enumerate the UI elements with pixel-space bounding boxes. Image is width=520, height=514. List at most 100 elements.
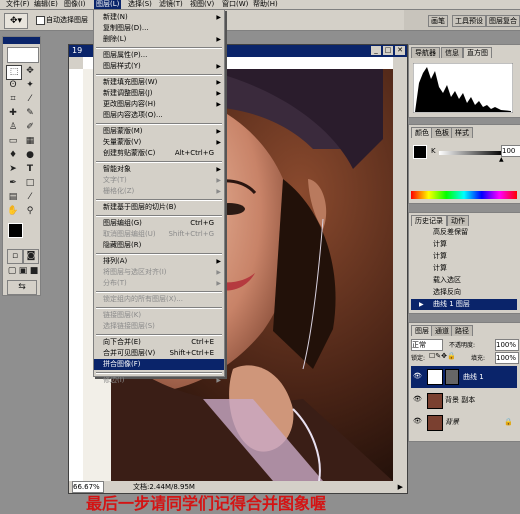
magic-wand-tool-icon[interactable]: ✦ [23,79,37,92]
color-ramp[interactable] [411,191,517,199]
menu-select[interactable]: 选择(S) [126,0,154,9]
zoom-tool-icon[interactable]: ⚲ [23,205,37,218]
palette-tab-tool-presets[interactable]: 工具预设 [452,15,486,27]
history-brush-tool-icon[interactable]: ✐ [23,121,37,134]
layer-menu-item[interactable]: 智能对象 ▶ [94,164,224,175]
history-item[interactable]: 计算 [411,263,517,274]
auto-select-checkbox[interactable] [36,16,45,25]
blur-tool-icon[interactable]: ♦ [6,149,20,162]
layer-menu-item[interactable]: 合并可见图层(V) Shift+Ctrl+E [94,348,224,359]
k-value-input[interactable]: 100 [501,145,520,157]
layer-menu-item[interactable]: 矢量蒙版(V) ▶ [94,137,224,148]
layer-menu-item[interactable]: 拼合图像(F) [94,359,224,370]
layer-menu-item[interactable]: 创建剪贴蒙版(C) Alt+Ctrl+G [94,148,224,159]
tab-paths[interactable]: 路径 [451,325,473,336]
history-item[interactable]: 载入选区 [411,275,517,286]
layer-menu-item[interactable]: 隐藏图层(R) [94,240,224,251]
visibility-eye-icon[interactable]: 👁 [413,395,422,404]
layer-menu-item[interactable]: 新建填充图层(W) ▶ [94,77,224,88]
history-item-selected[interactable]: ▶ 曲线 1 图层 [411,299,517,310]
tab-styles[interactable]: 样式 [451,127,473,138]
healing-brush-tool-icon[interactable]: ✚ [6,107,20,120]
blend-mode-select[interactable]: 正常 [411,339,443,351]
layer-menu-item[interactable]: 新建(N) ▶ [94,12,224,23]
path-selection-tool-icon[interactable]: ➤ [6,163,20,176]
standard-mode-icon[interactable]: ▫ [7,249,23,264]
tab-layers[interactable]: 图层 [411,325,433,336]
history-item[interactable]: 计算 [411,239,517,250]
notes-tool-icon[interactable]: ▤ [6,191,20,204]
gradient-tool-icon[interactable]: ▦ [23,135,37,148]
dodge-tool-icon[interactable]: ● [23,149,37,162]
tab-swatches[interactable]: 色板 [431,127,453,138]
move-tool-icon[interactable]: ✥ [23,65,37,78]
brush-tool-icon[interactable]: ✎ [23,107,37,120]
layer-menu-item[interactable]: 新建调整图层(J) ▶ [94,88,224,99]
layer-row-background[interactable]: 👁 背景 🔒 [411,412,517,432]
color-foreground-swatch[interactable] [413,145,427,159]
tab-navigator[interactable]: 导航器 [411,47,440,58]
layer-row-background-copy[interactable]: 👁 背景 副本 [411,390,517,410]
layer-menu-item[interactable]: 图层属性(P)... [94,50,224,61]
menu-filter[interactable]: 滤镜(T) [157,0,185,9]
close-icon[interactable]: ✕ [395,46,405,55]
tab-histogram[interactable]: 直方图 [463,47,492,58]
history-item[interactable]: 选择反向 [411,287,517,298]
hand-tool-icon[interactable]: ✋ [6,205,20,218]
menu-help[interactable]: 帮助(H) [251,0,280,9]
tab-channels[interactable]: 通道 [431,325,453,336]
slice-tool-icon[interactable]: ⁄ [23,93,37,106]
history-item[interactable]: 高反差保留 [411,227,517,238]
jump-to-imageready-icon[interactable]: ⇆ [7,280,37,295]
layer-menu-item[interactable]: 复制图层(D)... [94,23,224,34]
minimize-icon[interactable]: _ [371,46,381,55]
k-slider-thumb-icon[interactable]: ▲ [499,156,504,163]
menu-window[interactable]: 窗口(W) [220,0,250,9]
quick-mask-icon[interactable]: ◙ [23,249,39,264]
layer-menu-item[interactable]: 排列(A) ▶ [94,256,224,267]
layer-menu-item[interactable]: 图层蒙版(M) ▶ [94,126,224,137]
lasso-tool-icon[interactable]: ʘ [6,79,20,92]
visibility-eye-icon[interactable]: 👁 [413,372,422,381]
toolbox-grip[interactable] [3,37,40,44]
crop-tool-icon[interactable]: ⌗ [6,93,20,106]
menu-edit[interactable]: 编辑(E) [32,0,60,9]
menu-image[interactable]: 图像(I) [62,0,88,9]
eyedropper-tool-icon[interactable]: ⁄ [23,191,37,204]
layer-menu-item[interactable]: 更改图层内容(H) ▶ [94,99,224,110]
move-tool-preset-button[interactable]: ✥▾ [4,13,28,29]
layer-menu-item[interactable]: 新建基于图层的切片(B) [94,202,224,213]
clone-stamp-tool-icon[interactable]: ♙ [6,121,20,134]
layer-menu-item[interactable]: 图层样式(Y) ▶ [94,61,224,72]
pen-tool-icon[interactable]: ✒ [6,177,20,190]
fill-input[interactable]: 100% [495,352,519,364]
visibility-eye-icon[interactable]: 👁 [413,417,422,426]
tab-history[interactable]: 历史记录 [411,215,447,226]
maximize-icon[interactable]: □ [383,46,393,55]
foreground-color-swatch[interactable] [8,223,23,238]
lock-icons[interactable]: ☐✎✥🔒 [429,352,456,360]
layer-menu-item[interactable]: 删除(L) ▶ [94,34,224,45]
menu-layer[interactable]: 图层(L) [94,0,122,9]
type-tool-icon[interactable]: T [23,163,37,176]
opacity-input[interactable]: 100% [495,339,519,351]
shape-tool-icon[interactable]: □ [23,177,37,190]
layer-menu-item[interactable]: 图层内容选项(O)... [94,110,224,121]
tab-info[interactable]: 信息 [441,47,463,58]
palette-tab-brushes[interactable]: 画笔 [428,15,448,27]
tab-color[interactable]: 颜色 [411,127,433,138]
layer-row-curves[interactable]: 👁 曲线 1 [411,366,517,388]
status-arrow-icon[interactable]: ▶ [398,481,403,493]
menu-view[interactable]: 视图(V) [188,0,216,9]
layer-menu-item[interactable]: 图层编组(G) Ctrl+G [94,218,224,229]
marquee-tool-icon[interactable]: ⬚ [6,65,22,80]
menu-file[interactable]: 文件(F) [4,0,32,9]
adobe-logo-icon[interactable] [7,47,39,63]
tab-actions[interactable]: 动作 [447,215,469,226]
k-slider-track[interactable] [439,151,503,155]
layer-menu-item[interactable]: 向下合并(E) Ctrl+E [94,337,224,348]
eraser-tool-icon[interactable]: ▭ [6,135,20,148]
palette-tab-layer-comps[interactable]: 图层复合 [486,15,520,27]
history-item[interactable]: 计算 [411,251,517,262]
screen-mode-full-icon[interactable]: ■ [27,265,41,278]
